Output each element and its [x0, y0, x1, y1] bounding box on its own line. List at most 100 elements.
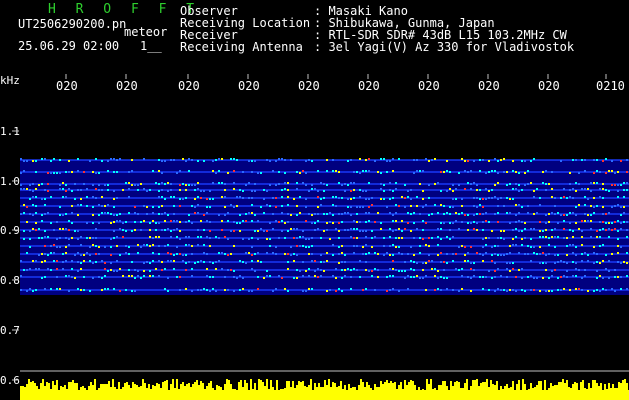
band-pixel [386, 276, 388, 278]
band-pixel [305, 206, 307, 208]
band-pixel [449, 171, 451, 173]
band-pixel [530, 160, 532, 162]
band-pixel [266, 204, 268, 206]
band-pixel [395, 182, 397, 184]
band-pixel [620, 276, 622, 278]
noise-bar [50, 389, 52, 400]
band-pixel [425, 262, 427, 264]
band-pixel [620, 206, 622, 208]
band-pixel [59, 184, 61, 186]
band-pixel [305, 184, 307, 186]
band-pixel [497, 254, 499, 256]
band-pixel [554, 228, 556, 230]
band-pixel [143, 262, 145, 264]
band-pixel [206, 275, 208, 277]
band-pixel [170, 196, 172, 198]
band-pixel [185, 262, 187, 264]
band-pixel [491, 254, 493, 256]
band-pixel [557, 254, 559, 256]
band-pixel [326, 184, 328, 186]
band-pixel [314, 275, 316, 277]
noise-bar [436, 390, 438, 400]
band-pixel [341, 245, 343, 247]
band-pixel [497, 237, 499, 239]
band-pixel [455, 188, 457, 190]
noise-bar [402, 389, 404, 400]
band-pixel [263, 212, 265, 214]
noise-bar [148, 384, 150, 400]
band-pixel [605, 289, 607, 291]
noise-bar [530, 383, 532, 400]
band-pixel [119, 213, 121, 215]
band-pixel [179, 205, 181, 207]
band-pixel [398, 228, 400, 230]
noise-bar [368, 385, 370, 400]
noise-bar [270, 380, 272, 400]
band-pixel [77, 270, 79, 272]
band-pixel [575, 254, 577, 256]
band-pixel [35, 222, 37, 224]
band-pixel [116, 270, 118, 272]
band-pixel [416, 159, 418, 161]
band-pixel [113, 288, 115, 290]
band-pixel [374, 289, 376, 291]
noise-bar [140, 386, 142, 400]
band-pixel [497, 205, 499, 207]
noise-bar [542, 390, 544, 400]
x-tick-labels: 020 020 020 020 020 020 020 020 020 0210 [56, 74, 625, 93]
band-pixel [389, 189, 391, 191]
band-pixel [536, 188, 538, 190]
band-pixel [215, 261, 217, 263]
band-pixel [137, 275, 139, 277]
band-pixel [395, 229, 397, 231]
band-pixel [26, 206, 28, 208]
band-pixel [197, 236, 199, 238]
band-pixel [530, 238, 532, 240]
band-pixel [374, 160, 376, 162]
band-pixel [281, 158, 283, 160]
noise-bar [586, 389, 588, 400]
band-pixel [449, 238, 451, 240]
band-pixel [125, 289, 127, 291]
band-pixel [71, 237, 73, 239]
band-pixel [260, 228, 262, 230]
band-pixel [155, 182, 157, 184]
band-pixel [305, 160, 307, 162]
band-pixel [569, 289, 571, 291]
band-pixel [71, 276, 73, 278]
noise-bar [528, 389, 530, 400]
band-pixel [50, 245, 52, 247]
band-pixel [587, 260, 589, 262]
band-pixel [281, 230, 283, 232]
band-pixel [557, 261, 559, 263]
band-pixel [227, 289, 229, 291]
band-pixel [251, 171, 253, 173]
noise-bar [34, 383, 36, 400]
band-pixel [275, 288, 277, 290]
band-pixel [488, 190, 490, 192]
y-tick-labels: 1.11.00.90.80.70.6 [0, 125, 20, 387]
band-pixel [275, 220, 277, 222]
noise-bar [236, 390, 238, 400]
band-pixel [332, 244, 334, 246]
noise-bar [404, 380, 406, 400]
band-pixel [350, 206, 352, 208]
band-pixel [134, 221, 136, 223]
band-pixel [239, 275, 241, 277]
band-pixel [563, 228, 565, 230]
band-pixel [590, 190, 592, 192]
band-pixel [587, 188, 589, 190]
band-pixel [413, 269, 415, 271]
band-pixel [77, 158, 79, 160]
band-pixel [515, 236, 517, 238]
band-pixel [203, 214, 205, 216]
band-pixel [509, 222, 511, 224]
band-pixel [434, 289, 436, 291]
band-pixel [521, 289, 523, 291]
band-pixel [614, 172, 616, 174]
band-pixel [302, 245, 304, 247]
band-pixel [440, 228, 442, 230]
band-pixel [488, 237, 490, 239]
noise-bar [244, 380, 246, 400]
noise-bar [478, 386, 480, 400]
